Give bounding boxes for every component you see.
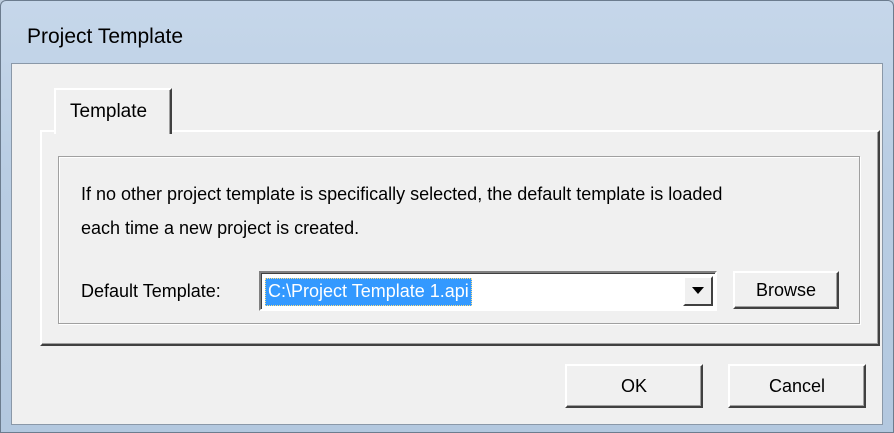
dialog-client-area: Template If no other project template is…: [11, 63, 883, 425]
description-line-1: If no other project template is specific…: [81, 184, 723, 204]
chevron-down-icon[interactable]: [683, 276, 713, 306]
window-title: Project Template: [27, 25, 184, 48]
browse-button[interactable]: Browse: [733, 271, 839, 309]
default-template-combobox[interactable]: C:\Project Template 1.api: [259, 271, 717, 311]
default-template-value[interactable]: C:\Project Template 1.api: [265, 278, 472, 306]
template-tab-panel: If no other project template is specific…: [40, 130, 880, 346]
template-group-box: If no other project template is specific…: [58, 156, 860, 324]
template-description: If no other project template is specific…: [81, 177, 851, 245]
ok-button[interactable]: OK: [565, 364, 703, 408]
tab-template[interactable]: Template: [54, 88, 172, 134]
cancel-button[interactable]: Cancel: [728, 364, 866, 408]
title-bar[interactable]: Project Template: [1, 1, 893, 65]
description-line-2: each time a new project is created.: [81, 218, 360, 238]
default-template-label: Default Template:: [81, 281, 221, 301]
tab-label: Template: [70, 101, 148, 122]
project-template-dialog: Project Template Template If no other pr…: [0, 0, 894, 433]
